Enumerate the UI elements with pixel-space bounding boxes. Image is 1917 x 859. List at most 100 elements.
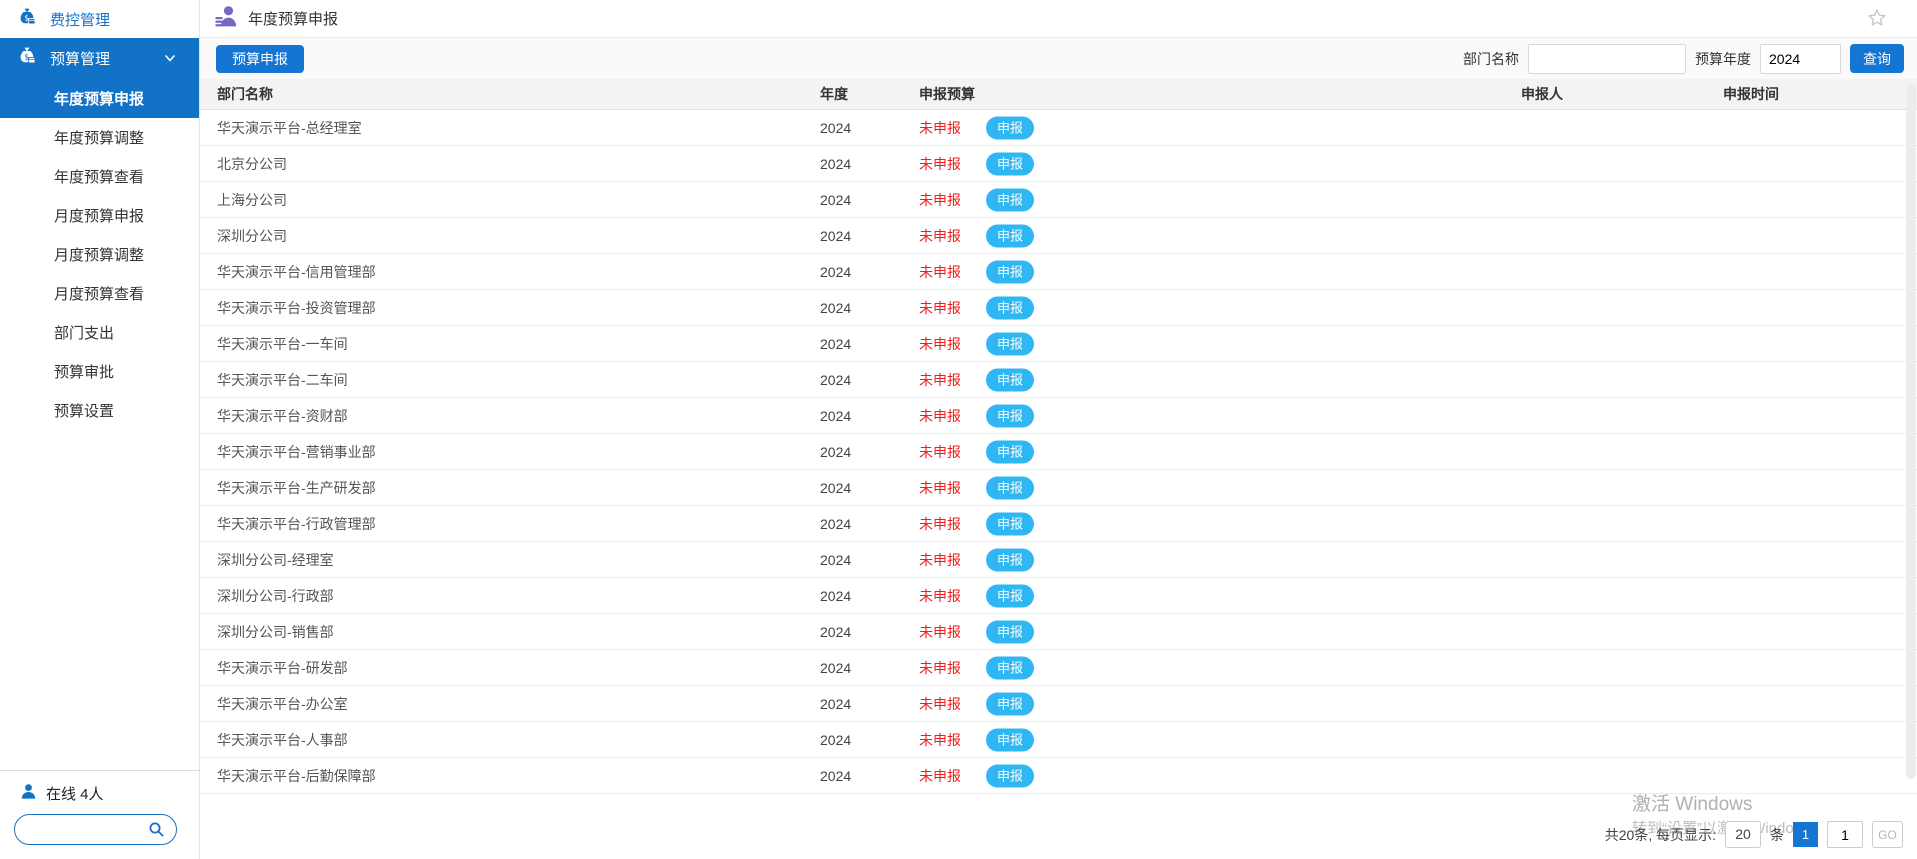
sidebar-item-4[interactable]: 月度预算调整 — [0, 235, 199, 274]
declare-row-button[interactable]: 申报 — [986, 404, 1034, 427]
vertical-scrollbar[interactable] — [1906, 84, 1916, 779]
declare-row-button[interactable]: 申报 — [986, 620, 1034, 643]
dept-name-cell: 华天演示平台-生产研发部 — [217, 479, 376, 496]
declare-row-button[interactable]: 申报 — [986, 440, 1034, 463]
dept-name-cell: 华天演示平台-信用管理部 — [217, 263, 376, 280]
money-bag-icon: $ — [17, 46, 37, 70]
table-row-0: 华天演示平台-总经理室 2024 未申报 申报 — [200, 110, 1917, 146]
sidebar-item-1[interactable]: 年度预算调整 — [0, 118, 199, 157]
status-cell: 未申报 — [919, 479, 961, 496]
table-row-5: 华天演示平台-投资管理部 2024 未申报 申报 — [200, 290, 1917, 326]
status-cell: 未申报 — [919, 119, 961, 136]
budget-app-window: $ 费控管理 $ 预算管理 年度预算申报 年度预算调整 年度预算查看 月度预算申… — [0, 0, 1917, 859]
declare-row-button[interactable]: 申报 — [986, 224, 1034, 247]
budget-year-label: 预算年度 — [1695, 50, 1751, 67]
page-header: 年度预算申报 — [200, 0, 1917, 38]
sidebar-item-3[interactable]: 月度预算申报 — [0, 196, 199, 235]
table-row-18: 华天演示平台-后勤保障部 2024 未申报 申报 — [200, 758, 1917, 794]
star-icon[interactable] — [1867, 8, 1887, 33]
sidebar-footer: 在线 4人 — [0, 770, 199, 859]
year-cell: 2024 — [820, 479, 852, 496]
declare-row-button[interactable]: 申报 — [986, 728, 1034, 751]
table-header: 部门名称 年度 申报预算 申报人 申报时间 — [200, 79, 1917, 110]
declare-row-button[interactable]: 申报 — [986, 656, 1034, 679]
go-button[interactable]: GO — [1872, 821, 1903, 848]
online-users-label: 在线 4人 — [46, 786, 104, 803]
main-content: 年度预算申报 预算申报 部门名称 预算年度 查询 部门名称 年度 申报预算 申报… — [200, 0, 1917, 859]
toolbar: 预算申报 部门名称 预算年度 查询 — [200, 38, 1917, 79]
declare-row-button[interactable]: 申报 — [986, 764, 1034, 787]
declare-row-button[interactable]: 申报 — [986, 512, 1034, 535]
year-cell: 2024 — [820, 371, 852, 388]
declare-row-button[interactable]: 申报 — [986, 296, 1034, 319]
table-row-6: 华天演示平台-一车间 2024 未申报 申报 — [200, 326, 1917, 362]
year-cell: 2024 — [820, 515, 852, 532]
sidebar-group-budget-management[interactable]: $ 预算管理 — [0, 38, 199, 78]
dept-name-input[interactable] — [1528, 43, 1686, 74]
status-cell: 未申报 — [919, 407, 961, 424]
year-cell: 2024 — [820, 407, 852, 424]
dept-name-cell: 深圳分公司 — [217, 227, 287, 244]
year-cell: 2024 — [820, 263, 852, 280]
year-cell: 2024 — [820, 443, 852, 460]
sidebar-item-8[interactable]: 预算设置 — [0, 391, 199, 430]
dept-name-cell: 深圳分公司-销售部 — [217, 623, 334, 640]
declare-row-button[interactable]: 申报 — [986, 260, 1034, 283]
declare-row-button[interactable]: 申报 — [986, 548, 1034, 571]
status-cell: 未申报 — [919, 695, 961, 712]
sidebar-search-input[interactable] — [15, 821, 148, 838]
budget-year-input[interactable] — [1760, 43, 1841, 74]
dept-name-cell: 上海分公司 — [217, 191, 287, 208]
dept-name-cell: 华天演示平台-二车间 — [217, 371, 348, 388]
year-cell: 2024 — [820, 119, 852, 136]
goto-page-input[interactable] — [1827, 821, 1863, 848]
status-cell: 未申报 — [919, 155, 961, 172]
declare-row-button[interactable]: 申报 — [986, 368, 1034, 391]
table-row-16: 华天演示平台-办公室 2024 未申报 申报 — [200, 686, 1917, 722]
sidebar-item-label: 费控管理 — [50, 11, 111, 29]
table-row-10: 华天演示平台-生产研发部 2024 未申报 申报 — [200, 470, 1917, 506]
table-row-12: 深圳分公司-经理室 2024 未申报 申报 — [200, 542, 1917, 578]
year-cell: 2024 — [820, 227, 852, 244]
year-cell: 2024 — [820, 659, 852, 676]
sidebar-item-0[interactable]: 年度预算申报 — [0, 78, 199, 118]
column-header-reporter: 申报人 — [1521, 86, 1563, 102]
declare-budget-button[interactable]: 预算申报 — [216, 44, 304, 73]
year-cell: 2024 — [820, 731, 852, 748]
dept-name-cell: 华天演示平台-研发部 — [217, 659, 348, 676]
declare-row-button[interactable]: 申报 — [986, 692, 1034, 715]
column-header-budget: 申报预算 — [919, 86, 975, 102]
query-button[interactable]: 查询 — [1850, 44, 1904, 73]
declare-row-button[interactable]: 申报 — [986, 188, 1034, 211]
status-cell: 未申报 — [919, 191, 961, 208]
table-row-2: 上海分公司 2024 未申报 申报 — [200, 182, 1917, 218]
declare-row-button[interactable]: 申报 — [986, 152, 1034, 175]
sidebar-item-7[interactable]: 预算审批 — [0, 352, 199, 391]
declare-row-button[interactable]: 申报 — [986, 584, 1034, 607]
declare-row-button[interactable]: 申报 — [986, 332, 1034, 355]
search-icon[interactable] — [148, 821, 165, 838]
table-row-9: 华天演示平台-营销事业部 2024 未申报 申报 — [200, 434, 1917, 470]
declare-row-button[interactable]: 申报 — [986, 116, 1034, 139]
page-size-input[interactable]: 20 — [1725, 821, 1761, 848]
person-report-icon — [213, 3, 239, 34]
sidebar-item-expense-control[interactable]: $ 费控管理 — [0, 0, 199, 38]
status-cell: 未申报 — [919, 587, 961, 604]
dept-name-cell: 华天演示平台-办公室 — [217, 695, 348, 712]
year-cell: 2024 — [820, 551, 852, 568]
status-cell: 未申报 — [919, 299, 961, 316]
declare-row-button[interactable]: 申报 — [986, 476, 1034, 499]
dept-name-cell: 华天演示平台-投资管理部 — [217, 299, 376, 316]
sidebar-item-5[interactable]: 月度预算查看 — [0, 274, 199, 313]
current-page-button[interactable]: 1 — [1793, 822, 1818, 847]
dept-name-cell: 华天演示平台-一车间 — [217, 335, 348, 352]
dept-name-label: 部门名称 — [1463, 50, 1519, 67]
table-row-15: 华天演示平台-研发部 2024 未申报 申报 — [200, 650, 1917, 686]
sidebar-item-6[interactable]: 部门支出 — [0, 313, 199, 352]
column-header-time: 申报时间 — [1723, 86, 1779, 102]
dept-name-cell: 北京分公司 — [217, 155, 287, 172]
sidebar-group-label: 预算管理 — [50, 50, 111, 68]
status-cell: 未申报 — [919, 227, 961, 244]
sidebar-item-2[interactable]: 年度预算查看 — [0, 157, 199, 196]
table-row-11: 华天演示平台-行政管理部 2024 未申报 申报 — [200, 506, 1917, 542]
